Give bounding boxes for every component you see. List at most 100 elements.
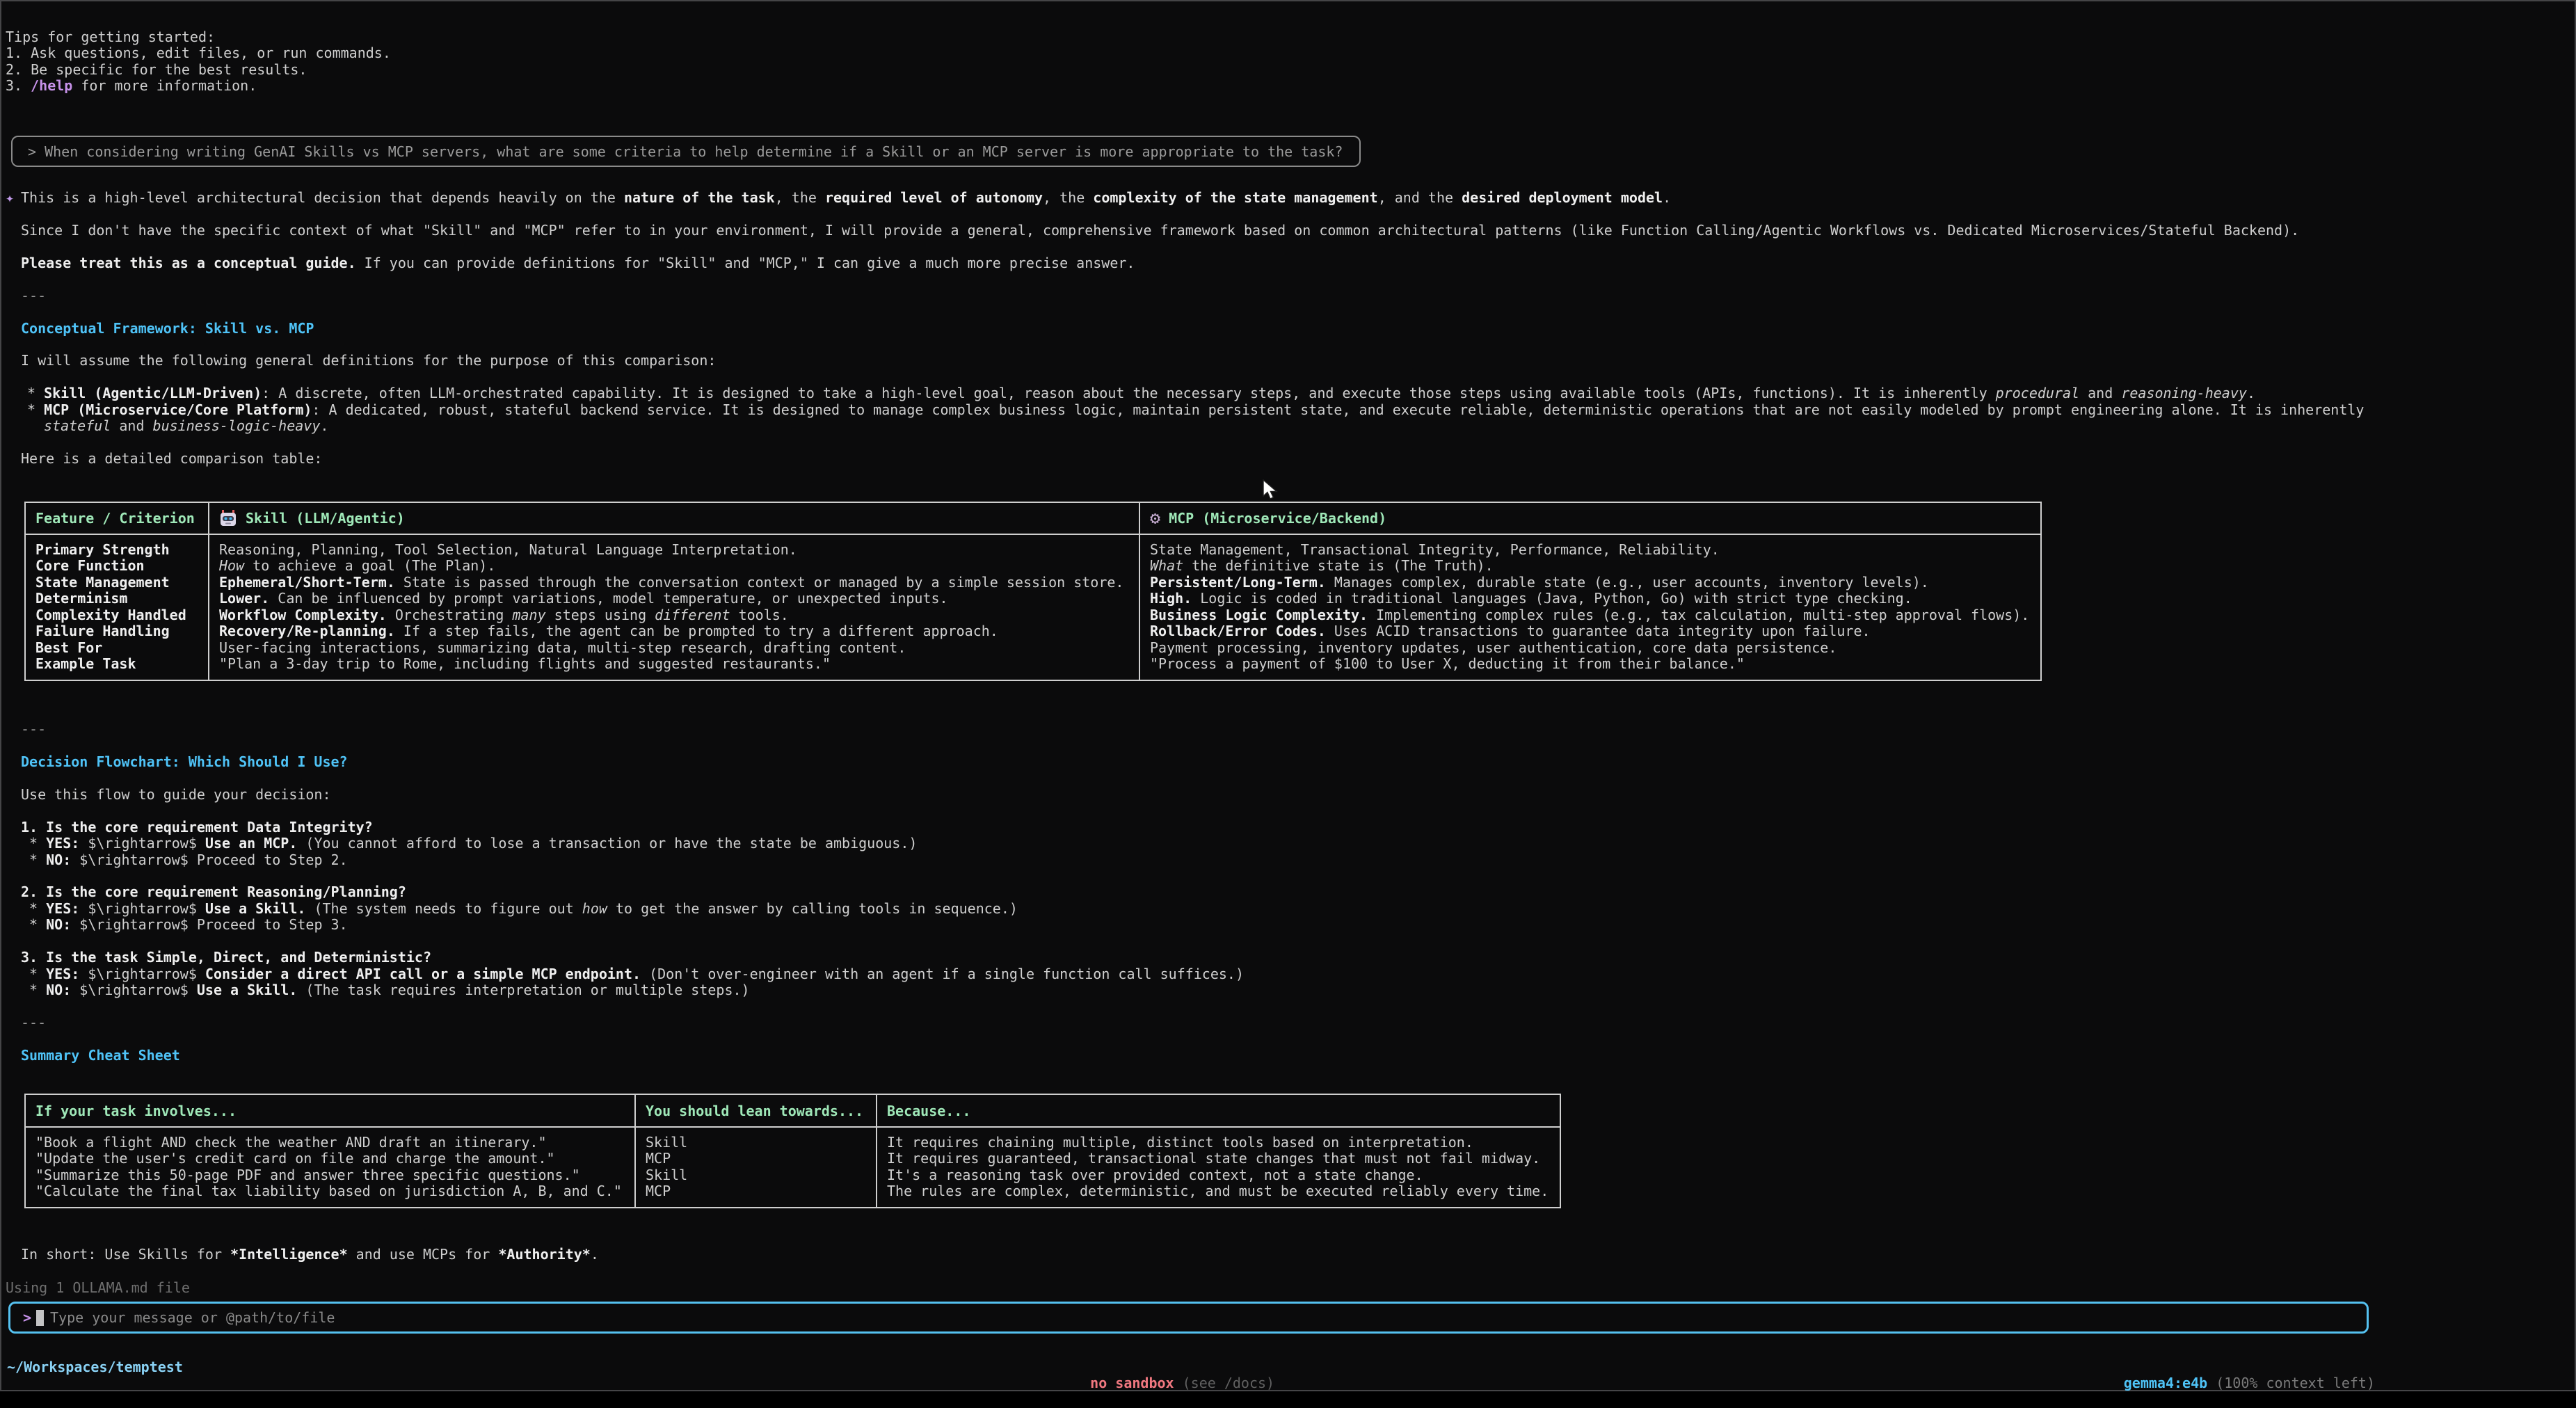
header-feature: Feature / Criterion xyxy=(26,503,209,534)
text-segment: $\rightarrow$ Proceed to Step 3. xyxy=(71,916,347,933)
table-cell: Determinism xyxy=(35,591,208,607)
text-segment: * xyxy=(21,851,46,868)
text-segment: (You cannot afford to lose a transaction… xyxy=(297,835,917,851)
text-line xyxy=(21,868,1244,884)
text-line: Please treat this as a conceptual guide.… xyxy=(21,255,2364,271)
text-segment: and xyxy=(111,417,152,434)
text-segment: How xyxy=(219,557,244,574)
context-files-hint: Using 1 OLLAMA.md file xyxy=(6,1280,190,1296)
mcp-column: State Management, Transactional Integrit… xyxy=(1140,535,2040,680)
model-status: gemma4:e4b (100% context left) xyxy=(2090,1359,2375,1375)
text-line: * NO: $\rightarrow$ Proceed to Step 3. xyxy=(21,917,1244,933)
text-segment: Please treat this as a conceptual guide. xyxy=(21,255,356,271)
text-segment: "Update the user's credit card on file a… xyxy=(35,1150,555,1167)
text-segment: desired deployment model xyxy=(1462,189,1663,206)
text-line: Conceptual Framework: Skill vs. MCP xyxy=(21,321,2364,337)
text-segment: YES: xyxy=(46,966,79,982)
text-segment: . xyxy=(1663,189,1671,206)
sandbox-status: no sandbox (see /docs) xyxy=(1057,1359,1274,1375)
text-line xyxy=(21,770,1244,786)
text-segment: User-facing interactions, summarizing da… xyxy=(219,639,906,656)
skill-column: Reasoning, Planning, Tool Selection, Nat… xyxy=(209,535,1140,680)
text-segment: /help xyxy=(31,77,72,94)
text-segment: MCP (Microservice/Core Platform) xyxy=(44,401,312,418)
text-segment: Failure Handling xyxy=(35,623,170,639)
text-segment: 1. Is the core requirement Data Integrit… xyxy=(21,819,373,835)
text-segment: , and the xyxy=(1378,189,1462,206)
text-segment: *Authority* xyxy=(498,1246,590,1263)
text-segment: Ephemeral/Short-Term. xyxy=(219,574,395,591)
text-line xyxy=(21,934,1244,950)
header-lean: You should lean towards... xyxy=(636,1095,877,1126)
text-segment: * xyxy=(21,835,46,851)
text-segment: Primary Strength xyxy=(35,541,170,558)
text-segment: (Don't over-engineer with an agent if a … xyxy=(641,966,1244,982)
text-segment: --- xyxy=(21,1014,46,1031)
text-segment: This is a high-level architectural decis… xyxy=(21,189,624,206)
text-segment: , the xyxy=(775,189,825,206)
summary-table-header: If your task involves... You should lean… xyxy=(26,1095,1560,1128)
assistant-response-intro: This is a high-level architectural decis… xyxy=(21,190,2364,467)
text-segment: to achieve a goal (The Plan). xyxy=(244,557,495,574)
text-line: In short: Use Skills for *Intelligence* … xyxy=(21,1247,599,1263)
table-cell: Payment processing, inventory updates, u… xyxy=(1150,640,2040,656)
table-cell: Recovery/Re-planning. If a step fails, t… xyxy=(219,623,1139,639)
table-cell: "Plan a 3-day trip to Rome, including fl… xyxy=(219,656,1139,672)
text-segment: Tips for getting started: xyxy=(6,29,215,45)
header-because: Because... xyxy=(877,1095,1560,1126)
text-segment: Example Task xyxy=(35,655,136,672)
text-line: 1. Ask questions, edit files, or run com… xyxy=(6,45,391,61)
decision-flow: --- Decision Flowchart: Which Should I U… xyxy=(21,721,1244,1064)
table-cell: Persistent/Long-Term. Manages complex, d… xyxy=(1150,575,2040,591)
text-segment: NO: xyxy=(46,916,71,933)
text-segment: Rollback/Error Codes. xyxy=(1150,623,1326,639)
text-segment: Core Function xyxy=(35,557,145,574)
text-segment: "Process a payment of $100 to User X, de… xyxy=(1150,655,1745,672)
text-segment: Use this flow to guide your decision: xyxy=(21,786,331,803)
input-placeholder: Type your message or @path/to/file xyxy=(50,1309,335,1326)
model-name: gemma4:e4b xyxy=(2124,1375,2207,1391)
text-segment: Consider a direct API call or a simple M… xyxy=(205,966,641,982)
summary-table-body: "Book a flight AND check the weather AND… xyxy=(26,1128,1560,1207)
text-segment: Reasoning, Planning, Tool Selection, Nat… xyxy=(219,541,797,558)
text-segment: different xyxy=(655,607,730,623)
table-cell: "Calculate the final tax liability based… xyxy=(35,1183,634,1199)
text-line xyxy=(21,998,1244,1014)
text-segment: In short: Use Skills for xyxy=(21,1246,230,1263)
table-cell: "Book a flight AND check the weather AND… xyxy=(35,1135,634,1151)
text-segment: and xyxy=(2079,385,2121,401)
message-input[interactable]: > Type your message or @path/to/file xyxy=(8,1302,2369,1334)
robot-icon xyxy=(219,510,237,527)
text-line xyxy=(21,435,2364,451)
text-segment: Uses ACID transactions to guarantee data… xyxy=(1326,623,1871,639)
text-segment: Use a Skill. xyxy=(205,900,306,917)
text-segment: . xyxy=(320,417,328,434)
text-line xyxy=(21,337,2364,353)
closing-summary: In short: Use Skills for *Intelligence* … xyxy=(21,1247,599,1263)
text-line: 3. /help for more information. xyxy=(6,78,391,94)
text-segment: Lower. xyxy=(219,590,269,607)
table-cell: Lower. Can be influenced by prompt varia… xyxy=(219,591,1139,607)
text-segment: "Summarize this 50-page PDF and answer t… xyxy=(35,1167,580,1183)
text-segment: --- xyxy=(21,287,46,304)
table-cell: MCP xyxy=(646,1183,876,1199)
table-cell: Core Function xyxy=(35,558,208,574)
text-segment: 2. Is the core requirement Reasoning/Pla… xyxy=(21,883,406,900)
text-segment: : A discrete, often LLM-orchestrated cap… xyxy=(262,385,1996,401)
text-line: Since I don't have the specific context … xyxy=(21,223,2364,239)
text-segment: Persistent/Long-Term. xyxy=(1150,574,1326,591)
text-segment: "Calculate the final tax liability based… xyxy=(35,1183,622,1199)
text-segment: "Plan a 3-day trip to Rome, including fl… xyxy=(219,655,831,672)
text-cursor xyxy=(36,1310,44,1326)
text-line: * YES: $\rightarrow$ Use an MCP. (You ca… xyxy=(21,835,1244,851)
text-segment: 3. xyxy=(6,77,31,94)
text-segment: * xyxy=(27,401,44,418)
text-line xyxy=(21,1031,1244,1047)
table-cell: What the definitive state is (The Truth)… xyxy=(1150,558,2040,574)
text-segment: * xyxy=(27,385,44,401)
text-line: This is a high-level architectural decis… xyxy=(21,190,2364,206)
table-cell: Primary Strength xyxy=(35,542,208,558)
text-segment: High. xyxy=(1150,590,1192,607)
text-segment: * xyxy=(21,916,46,933)
table-cell: User-facing interactions, summarizing da… xyxy=(219,640,1139,656)
